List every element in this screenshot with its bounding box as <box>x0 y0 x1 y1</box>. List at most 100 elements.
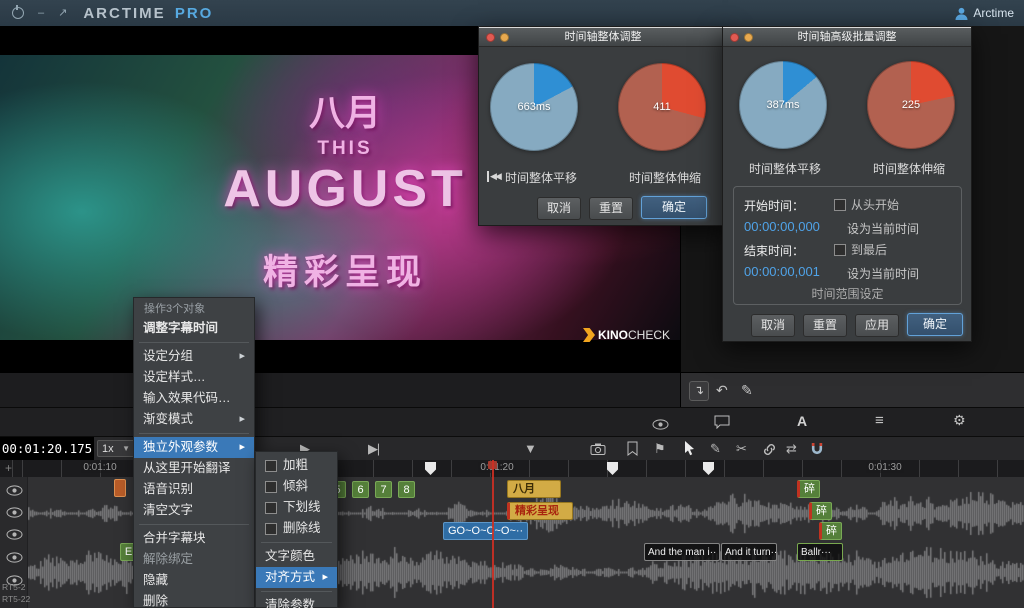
magnet-icon[interactable] <box>810 442 824 458</box>
expand-icon[interactable]: ↗ <box>58 8 67 19</box>
set-current-time-button[interactable]: 设为当前时间 <box>847 265 919 282</box>
flag-icon[interactable]: ⚑ <box>654 441 666 456</box>
shift-dial[interactable]: 663ms <box>490 63 578 151</box>
subtitle-block[interactable]: 精彩呈现 <box>507 502 573 520</box>
shift-dial[interactable]: 387ms <box>739 61 827 149</box>
subtitle-block[interactable]: And the man i·· <box>644 543 720 561</box>
text-style-icon[interactable]: A <box>797 414 807 428</box>
checkbox-icon[interactable] <box>834 244 846 256</box>
power-icon[interactable] <box>12 7 24 19</box>
playhead[interactable] <box>492 460 494 608</box>
dialog-title: 时间轴高级批量调整 <box>723 28 971 46</box>
subtitle-block[interactable] <box>114 479 126 497</box>
panel-toolbar-row: ↴ ↶ ✎ <box>680 372 1024 408</box>
subtitle-block[interactable]: 碎 <box>797 480 820 498</box>
subtitle-block[interactable]: And it turn·· <box>721 543 777 561</box>
timeline-header-left <box>0 372 680 408</box>
ok-button[interactable]: 确定 <box>907 313 963 336</box>
submenu-item-clear-params[interactable]: 清除参数 <box>256 595 337 608</box>
submenu-item-italic[interactable]: 倾斜 <box>256 476 337 497</box>
scale-dial[interactable]: 225 <box>867 61 955 149</box>
subtitle-block[interactable]: 7 <box>375 481 392 498</box>
from-start-checkbox[interactable]: 从头开始 <box>834 196 899 213</box>
menu-item-merge-blocks[interactable]: 合并字幕块 <box>134 528 254 549</box>
menu-item-set-group[interactable]: 设定分组▸ <box>134 346 254 367</box>
scale-dial[interactable]: 411 <box>618 63 706 151</box>
track-eye-icon[interactable] <box>6 527 23 538</box>
subtitle-block[interactable]: 碎 <box>809 502 832 520</box>
checkbox-icon[interactable] <box>265 460 277 472</box>
swap-arrows-icon[interactable]: ⇄ <box>786 441 797 456</box>
cancel-button[interactable]: 取消 <box>751 314 795 337</box>
menu-item-effect-code[interactable]: 输入效果代码… <box>134 388 254 409</box>
list-icon[interactable]: ≡ <box>875 413 884 428</box>
subtitle-block[interactable]: 八月 <box>507 480 561 498</box>
camera-icon[interactable] <box>590 442 606 459</box>
dialog-titlebar[interactable]: 时间轴整体调整 <box>479 27 727 47</box>
reset-button[interactable]: 重置 <box>589 197 633 220</box>
checkbox-icon[interactable] <box>834 199 846 211</box>
kinocheck-logo-icon <box>583 328 595 342</box>
scissors-icon[interactable]: ✂ <box>736 441 747 456</box>
marker-down-icon[interactable]: ▼ <box>524 441 537 456</box>
account-button[interactable]: Arctime <box>955 0 1014 26</box>
menu-item-independent-appearance[interactable]: 独立外观参数▸ <box>134 437 254 458</box>
dialog-titlebar[interactable]: 时间轴高级批量调整 <box>723 27 971 47</box>
menu-item-speech-recognition[interactable]: 语音识别 <box>134 479 254 500</box>
menu-item-adjust-time[interactable]: 调整字幕时间 <box>134 318 254 339</box>
submenu-item-underline[interactable]: 下划线 <box>256 497 337 518</box>
apply-button[interactable]: 应用 <box>855 314 899 337</box>
end-time-value[interactable]: 00:00:00,001 <box>744 264 820 279</box>
undo-icon[interactable]: ↶ <box>716 383 728 397</box>
menu-item-hide[interactable]: 隐藏 <box>134 570 254 591</box>
menu-item-gradient-mode[interactable]: 渐变模式▸ <box>134 409 254 430</box>
subtitle-block[interactable]: 6 <box>352 481 369 498</box>
checkbox-icon[interactable] <box>265 523 277 535</box>
comment-icon[interactable] <box>714 415 730 431</box>
submenu-item-text-color[interactable]: 文字颜色 <box>256 546 337 567</box>
gear-icon[interactable]: ⚙ <box>953 413 966 427</box>
submenu-item-bold[interactable]: 加粗 <box>256 455 337 476</box>
playback-speed-dropdown[interactable]: 1x ▼ <box>97 440 135 457</box>
pencil-icon[interactable]: ✎ <box>710 441 721 456</box>
track-eye-icon[interactable] <box>6 505 23 516</box>
menu-item-clear-text[interactable]: 清空文字 <box>134 500 254 521</box>
bookmark-icon[interactable] <box>626 441 639 459</box>
to-end-checkbox[interactable]: 到最后 <box>834 241 887 258</box>
menu-item-delete[interactable]: 删除 <box>134 591 254 608</box>
menu-item-unbind[interactable]: 解除绑定 <box>134 549 254 570</box>
dialog-timeline-adjust: 时间轴整体调整 663ms 411 ◀◀ 时间整体平移 时间整体伸缩 取消 重置… <box>478 26 728 226</box>
subtitle-block[interactable]: GO~O~C~O~·· <box>443 522 528 540</box>
appearance-submenu: 加粗 倾斜 下划线 删除线 文字颜色 对齐方式▸ 清除参数 <box>255 451 338 608</box>
insert-below-icon[interactable]: ↴ <box>689 381 709 401</box>
speed-value: 1x <box>102 443 114 455</box>
check-text: CHECK <box>628 328 670 342</box>
menu-item-translate-from-here[interactable]: 从这里开始翻译 <box>134 458 254 479</box>
menu-item-set-style[interactable]: 设定样式… <box>134 367 254 388</box>
submenu-item-strikethrough[interactable]: 删除线 <box>256 518 337 539</box>
minimize-icon[interactable]: – <box>38 8 44 19</box>
submenu-item-alignment[interactable]: 对齐方式▸ <box>256 567 337 588</box>
submenu-arrow-icon: ▸ <box>322 567 328 588</box>
menu-separator <box>261 591 332 592</box>
link-icon[interactable] <box>762 442 777 460</box>
checkbox-icon[interactable] <box>265 481 277 493</box>
subtitle-visibility-eye-icon[interactable] <box>652 417 669 428</box>
subtitle-block[interactable]: 8 <box>398 481 415 498</box>
track-eye-icon[interactable] <box>6 483 23 494</box>
cursor-select-icon[interactable] <box>684 441 695 459</box>
edit-pencil-icon[interactable]: ✎ <box>741 383 753 397</box>
cancel-button[interactable]: 取消 <box>537 197 581 220</box>
end-time-label: 结束时间： <box>744 242 804 259</box>
ok-button[interactable]: 确定 <box>641 196 707 219</box>
subtitle-block[interactable]: 碎 <box>819 522 842 540</box>
checkbox-icon[interactable] <box>265 502 277 514</box>
track-eye-icon[interactable] <box>6 550 23 561</box>
reset-button[interactable]: 重置 <box>803 314 847 337</box>
menu-separator <box>139 433 249 434</box>
start-time-value[interactable]: 00:00:00,000 <box>744 219 820 234</box>
add-icon[interactable]: + <box>5 461 12 475</box>
set-current-time-button[interactable]: 设为当前时间 <box>847 220 919 237</box>
subtitle-block[interactable]: Ballr··· <box>797 543 843 561</box>
skip-forward-icon[interactable]: ▶▏ <box>368 441 386 458</box>
